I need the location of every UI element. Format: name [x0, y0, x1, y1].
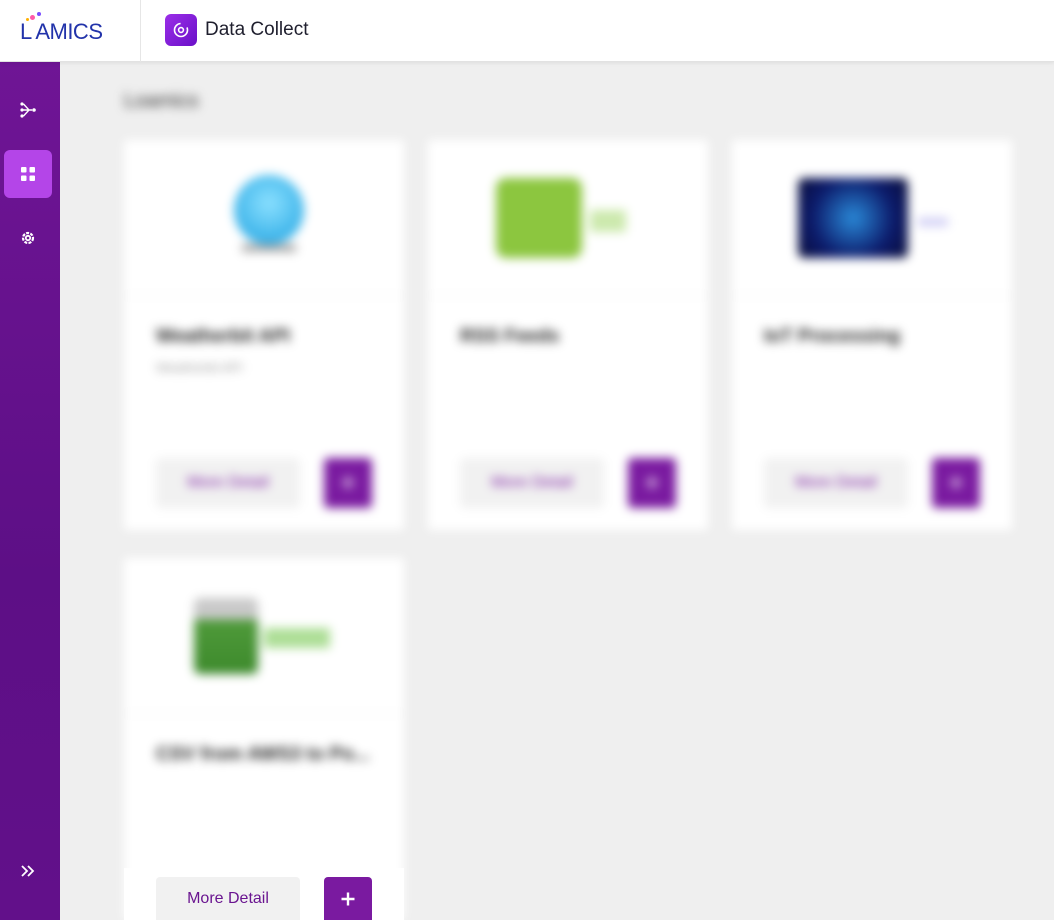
logo-text: L AMICS — [20, 19, 103, 44]
card-title: Weatherbit API — [156, 326, 291, 347]
iot-logo-image — [798, 178, 908, 258]
plus-icon — [341, 892, 355, 905]
card-title: IoT Processing — [764, 326, 901, 347]
app-title: Data Collect — [205, 19, 309, 40]
main-content: Loamics Weatherbit API Weatherbit API Mo… — [60, 62, 1054, 920]
sidebar — [0, 62, 60, 920]
sidebar-item-apps[interactable] — [4, 150, 52, 198]
connector-card-weatherbit[interactable]: Weatherbit API Weatherbit API More Detai… — [124, 140, 404, 530]
sidebar-item-settings[interactable] — [4, 214, 52, 262]
loamics-logo[interactable]: L AMICS — [20, 12, 103, 45]
sidebar-item-flows[interactable] — [4, 86, 52, 134]
card-thumbnail — [124, 140, 404, 296]
more-detail-button[interactable]: More Detail — [764, 458, 908, 508]
connector-card-iot[interactable]: IoT Processing More Detail + — [732, 140, 1012, 530]
section-title: Loamics — [124, 90, 199, 112]
rss-logo-image — [496, 178, 582, 258]
double-chevron-right-icon — [21, 865, 35, 877]
card-title: CSV from AWS3 to Po... — [156, 744, 370, 765]
top-bar: L AMICS Data Collect — [0, 0, 1054, 62]
more-detail-button[interactable]: More Detail — [156, 877, 300, 920]
csv-logo-caption — [264, 628, 330, 648]
weatherbit-logo-image — [234, 175, 304, 245]
flow-icon — [20, 102, 36, 118]
connector-card-csv[interactable]: CSV from AWS3 to Po... — [124, 558, 404, 920]
csv-logo-image — [194, 598, 258, 674]
add-button[interactable]: + — [628, 458, 676, 508]
data-collect-app-icon — [165, 14, 197, 46]
card-subtitle: Weatherbit API — [156, 360, 243, 375]
apps-grid-icon — [21, 167, 35, 181]
more-detail-button[interactable]: More Detail — [460, 458, 604, 508]
rss-logo-caption — [590, 210, 626, 232]
gear-icon — [21, 231, 35, 245]
card-thumbnail — [732, 140, 1012, 296]
logo-area[interactable]: L AMICS — [0, 0, 141, 62]
card-thumbnail — [124, 558, 404, 714]
add-button[interactable]: + — [932, 458, 980, 508]
connector-card-rss[interactable]: RSS Feeds More Detail + — [428, 140, 708, 530]
blurred-catalog: Loamics Weatherbit API Weatherbit API Mo… — [60, 62, 1054, 920]
sidebar-expand-button[interactable] — [4, 847, 52, 895]
card-thumbnail — [428, 140, 708, 296]
more-detail-button[interactable]: More Detail — [156, 458, 300, 508]
iot-logo-caption — [918, 218, 948, 226]
add-button[interactable]: + — [324, 458, 372, 508]
weatherbit-logo-caption — [242, 244, 296, 252]
add-button[interactable] — [324, 877, 372, 920]
card-title: RSS Feeds — [460, 326, 560, 347]
